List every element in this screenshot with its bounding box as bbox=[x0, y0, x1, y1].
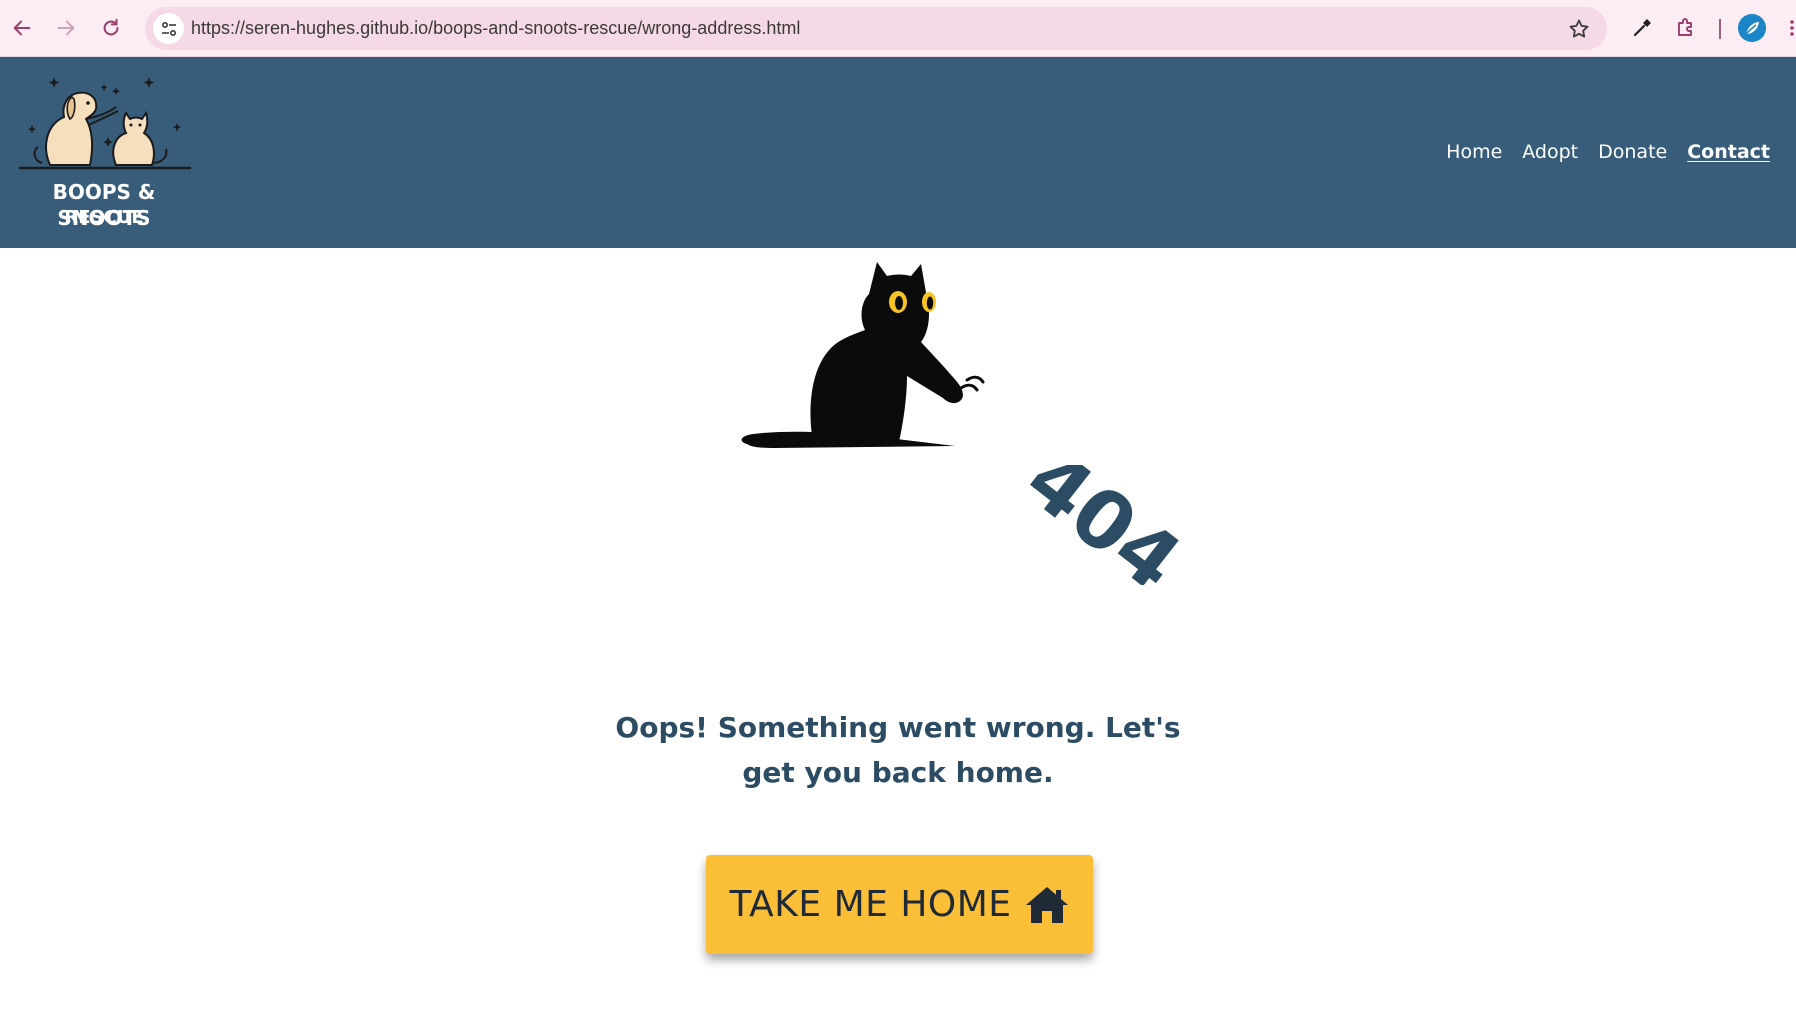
back-button[interactable] bbox=[4, 10, 40, 46]
brand-subtitle: RESCUE bbox=[64, 207, 144, 228]
site-header: BOOPS & SNOOTS RESCUE Home Adopt Donate … bbox=[0, 57, 1796, 248]
site-info-icon bbox=[161, 21, 176, 36]
home-button-label: TAKE ME HOME bbox=[729, 884, 1012, 925]
reload-button[interactable] bbox=[93, 10, 129, 46]
more-menu-icon[interactable] bbox=[1790, 18, 1794, 38]
extensions-button[interactable] bbox=[1672, 14, 1700, 42]
nav-link-donate[interactable]: Donate bbox=[1588, 138, 1677, 166]
forward-button[interactable] bbox=[48, 10, 84, 46]
back-arrow-icon bbox=[13, 20, 31, 36]
reload-icon bbox=[103, 18, 119, 36]
take-me-home-button[interactable]: TAKE ME HOME bbox=[706, 855, 1093, 954]
error-code-404: 404 bbox=[1010, 465, 1190, 585]
nav-link-adopt[interactable]: Adopt bbox=[1512, 138, 1588, 166]
site-info-button[interactable] bbox=[153, 13, 184, 44]
eyedropper-icon bbox=[1633, 19, 1651, 37]
brand-logo[interactable]: BOOPS & SNOOTS RESCUE bbox=[6, 67, 202, 239]
house-icon bbox=[1025, 886, 1068, 923]
forward-arrow-icon bbox=[57, 20, 75, 36]
error-message: Oops! Something went wrong. Let's get yo… bbox=[615, 711, 1181, 789]
extensions-puzzle-icon bbox=[1678, 18, 1692, 36]
bookmark-star-icon[interactable] bbox=[1567, 17, 1591, 41]
black-cat-illustration bbox=[741, 262, 985, 448]
browser-toolbar: https://seren-hughes.github.io/boops-and… bbox=[0, 0, 1796, 57]
eyedropper-button[interactable] bbox=[1628, 14, 1656, 42]
address-bar[interactable]: https://seren-hughes.github.io/boops-and… bbox=[145, 7, 1607, 50]
dog-and-cat-logo bbox=[18, 77, 192, 170]
url-text[interactable]: https://seren-hughes.github.io/boops-and… bbox=[191, 18, 800, 39]
nav-link-home[interactable]: Home bbox=[1436, 138, 1512, 166]
toolbar-divider bbox=[1719, 19, 1721, 39]
profile-avatar-icon[interactable] bbox=[1738, 14, 1766, 42]
nav-link-contact[interactable]: Contact bbox=[1677, 138, 1780, 166]
error-code-text: 404 bbox=[1010, 465, 1190, 585]
main-navigation: Home Adopt Donate Contact bbox=[1436, 138, 1780, 166]
